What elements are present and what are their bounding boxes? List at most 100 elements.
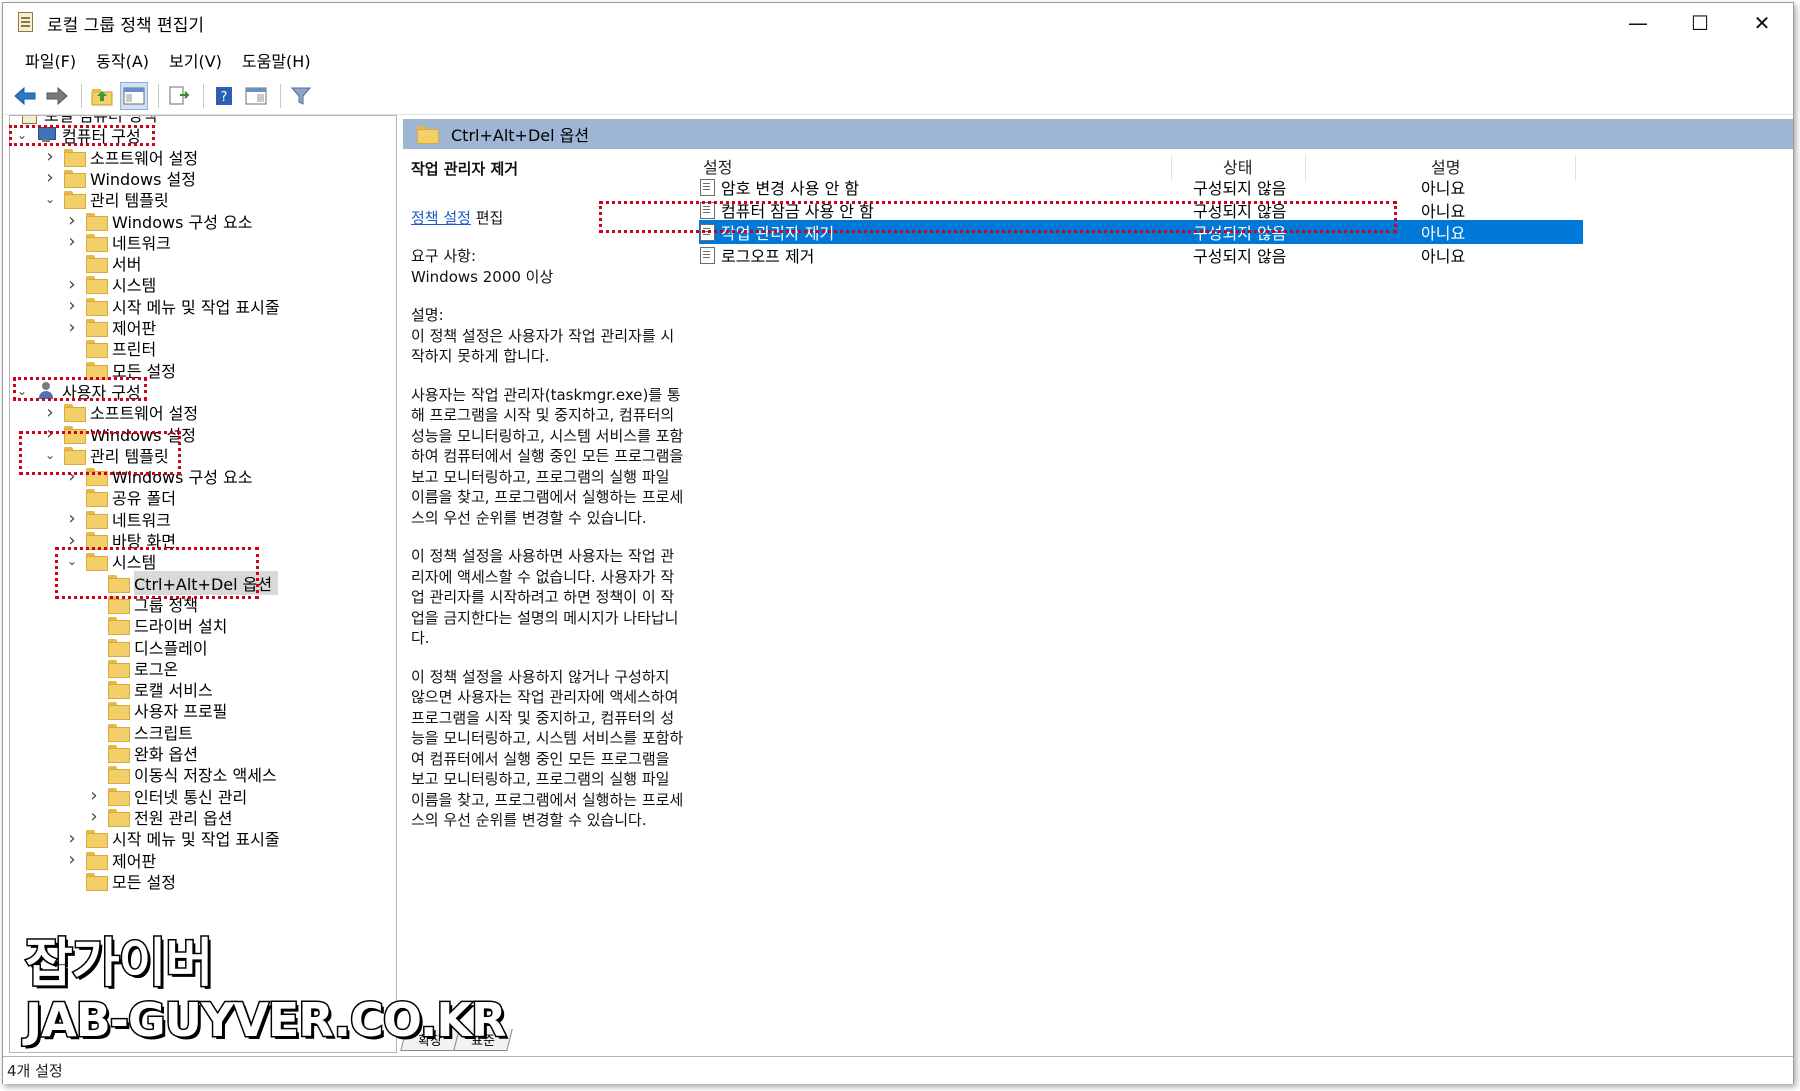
user-icon — [36, 381, 56, 400]
toolbar: ? — [3, 77, 1793, 115]
toolbar-separator — [203, 83, 204, 108]
folder-icon — [86, 489, 108, 508]
extended-description-pane: 작업 관리자 제거 정책 설정 편집 요구 사항: Windows 2000 이… — [403, 149, 691, 1029]
svg-text:?: ? — [221, 90, 228, 105]
minimize-button[interactable]: — — [1607, 3, 1669, 43]
chevron-right-icon[interactable]: › — [64, 849, 80, 870]
chevron-down-icon[interactable]: ⌄ — [42, 191, 58, 207]
requirements-label: 요구 사항: — [411, 247, 477, 265]
policy-editor-app-icon — [15, 11, 37, 35]
folder-icon — [86, 830, 108, 849]
folder-icon — [86, 319, 108, 337]
folder-icon — [64, 425, 86, 444]
folder-icon — [64, 169, 86, 188]
menu-help[interactable]: 도움말(H) — [232, 45, 321, 75]
setting-row[interactable]: 암호 변경 사용 안 함 구성되지 않음 아니요 — [699, 175, 1583, 199]
maximize-button[interactable]: ☐ — [1669, 3, 1731, 43]
export-list-icon[interactable] — [165, 82, 193, 110]
setting-cell: 작업 관리자 제거 — [699, 220, 834, 244]
folder-icon — [86, 553, 108, 572]
menu-view[interactable]: 보기(V) — [159, 45, 232, 75]
folder-icon — [108, 681, 130, 700]
folder-icon — [86, 510, 108, 529]
policy-tree-pane: 로컬 컴퓨터 정책 ⌄ 컴퓨터 구성 › 소프트웨어 설정 › Windows 설정 ⌄ 관리 … — [9, 115, 397, 1053]
folder-icon — [108, 595, 130, 614]
folder-icon — [64, 404, 86, 423]
help-icon[interactable]: ? — [210, 82, 238, 110]
policy-setting-icon — [699, 178, 715, 196]
setting-name: 암호 변경 사용 안 함 — [721, 179, 860, 198]
setting-row[interactable]: 작업 관리자 제거 구성되지 않음 아니요 — [699, 220, 1583, 244]
chevron-down-icon[interactable]: ⌄ — [14, 383, 30, 399]
chevron-right-icon[interactable]: › — [64, 466, 80, 487]
chevron-right-icon[interactable]: › — [64, 508, 80, 529]
setting-row[interactable]: 로그오프 제거 구성되지 않음 아니요 — [699, 243, 1583, 267]
chevron-right-icon[interactable]: › — [64, 231, 80, 252]
policy-setting-icon — [699, 223, 715, 241]
up-folder-icon[interactable] — [88, 82, 116, 110]
filter-icon[interactable] — [287, 82, 315, 110]
tab-extended-label: 확장 — [418, 1034, 443, 1049]
tab-extended[interactable]: 확장 — [400, 1029, 460, 1051]
chevron-right-icon[interactable]: › — [64, 210, 80, 231]
setting-cell: 암호 변경 사용 안 함 — [699, 175, 859, 199]
tree-item[interactable]: 모든 설정 — [64, 869, 176, 893]
folder-icon — [86, 212, 108, 231]
toolbar-separator — [158, 83, 159, 108]
setting-comment: 아니요 — [1421, 179, 1466, 198]
chevron-right-icon[interactable]: › — [64, 274, 80, 295]
setting-title: 작업 관리자 제거 — [411, 160, 519, 178]
chevron-down-icon[interactable]: ⌄ — [64, 553, 80, 569]
title-bar: 로컬 그룹 정책 편집기 — ☐ ✕ — [3, 3, 1793, 43]
chevron-right-icon[interactable]: › — [42, 423, 58, 444]
chevron-right-icon[interactable]: › — [42, 146, 58, 167]
chevron-right-icon[interactable]: › — [42, 402, 58, 423]
chevron-down-icon[interactable]: ⌄ — [14, 127, 30, 143]
app-window: 로컬 그룹 정책 편집기 — ☐ ✕ 파일(F) 동작(A) 보기(V) 도움말… — [2, 2, 1794, 1084]
folder-icon — [108, 808, 130, 827]
folder-icon — [86, 255, 108, 274]
chevron-right-icon[interactable]: › — [86, 785, 102, 806]
folder-icon — [108, 574, 130, 593]
chevron-right-icon[interactable]: › — [64, 295, 80, 316]
tree-item-label: 모든 설정 — [112, 872, 176, 892]
tab-standard-label: 표준 — [471, 1034, 495, 1049]
folder-icon — [86, 361, 108, 380]
chevron-down-icon[interactable]: ⌄ — [42, 447, 58, 463]
chevron-right-icon[interactable]: › — [64, 828, 80, 849]
chevron-right-icon[interactable]: › — [42, 167, 58, 188]
properties-icon[interactable] — [242, 82, 270, 110]
menu-file[interactable]: 파일(F) — [15, 45, 86, 75]
show-hide-tree-icon[interactable] — [120, 81, 148, 110]
view-tabs: 확장 표준 — [400, 1029, 513, 1053]
chevron-right-icon[interactable]: › — [64, 317, 80, 338]
chevron-right-icon[interactable]: › — [64, 530, 80, 551]
folder-icon — [86, 233, 108, 252]
setting-cell: 컴퓨터 잠금 사용 안 함 — [699, 198, 874, 222]
edit-policy-link[interactable]: 정책 설정 — [411, 209, 471, 227]
setting-state: 구성되지 않음 — [1193, 201, 1287, 221]
tab-standard[interactable]: 표준 — [453, 1029, 513, 1051]
requirements-value: Windows 2000 이상 — [411, 267, 554, 286]
settings-list-pane: 설정 상태 설명 암호 변경 사용 안 함 구성되지 않음 아니요 컴퓨터 잠금 사용… — [691, 149, 1793, 1029]
folder-icon — [86, 532, 108, 550]
folder-icon — [108, 638, 130, 657]
folder-icon — [417, 126, 439, 144]
back-arrow-icon[interactable] — [11, 82, 39, 110]
setting-row[interactable]: 컴퓨터 잠금 사용 안 함 구성되지 않음 아니요 — [699, 198, 1583, 222]
setting-state: 구성되지 않음 — [1193, 246, 1287, 266]
description-paragraph: 이 정책 설정을 사용하지 않거나 구성하지 않으면 사용자는 작업 관리자에 … — [411, 667, 684, 830]
folder-icon — [64, 148, 86, 167]
forward-arrow-icon[interactable] — [43, 82, 71, 110]
chevron-right-icon[interactable]: › — [86, 806, 102, 827]
close-button[interactable]: ✕ — [1731, 3, 1793, 43]
setting-comment: 아니요 — [1421, 201, 1466, 221]
folder-icon — [108, 702, 130, 721]
menu-action[interactable]: 동작(A) — [86, 45, 159, 75]
